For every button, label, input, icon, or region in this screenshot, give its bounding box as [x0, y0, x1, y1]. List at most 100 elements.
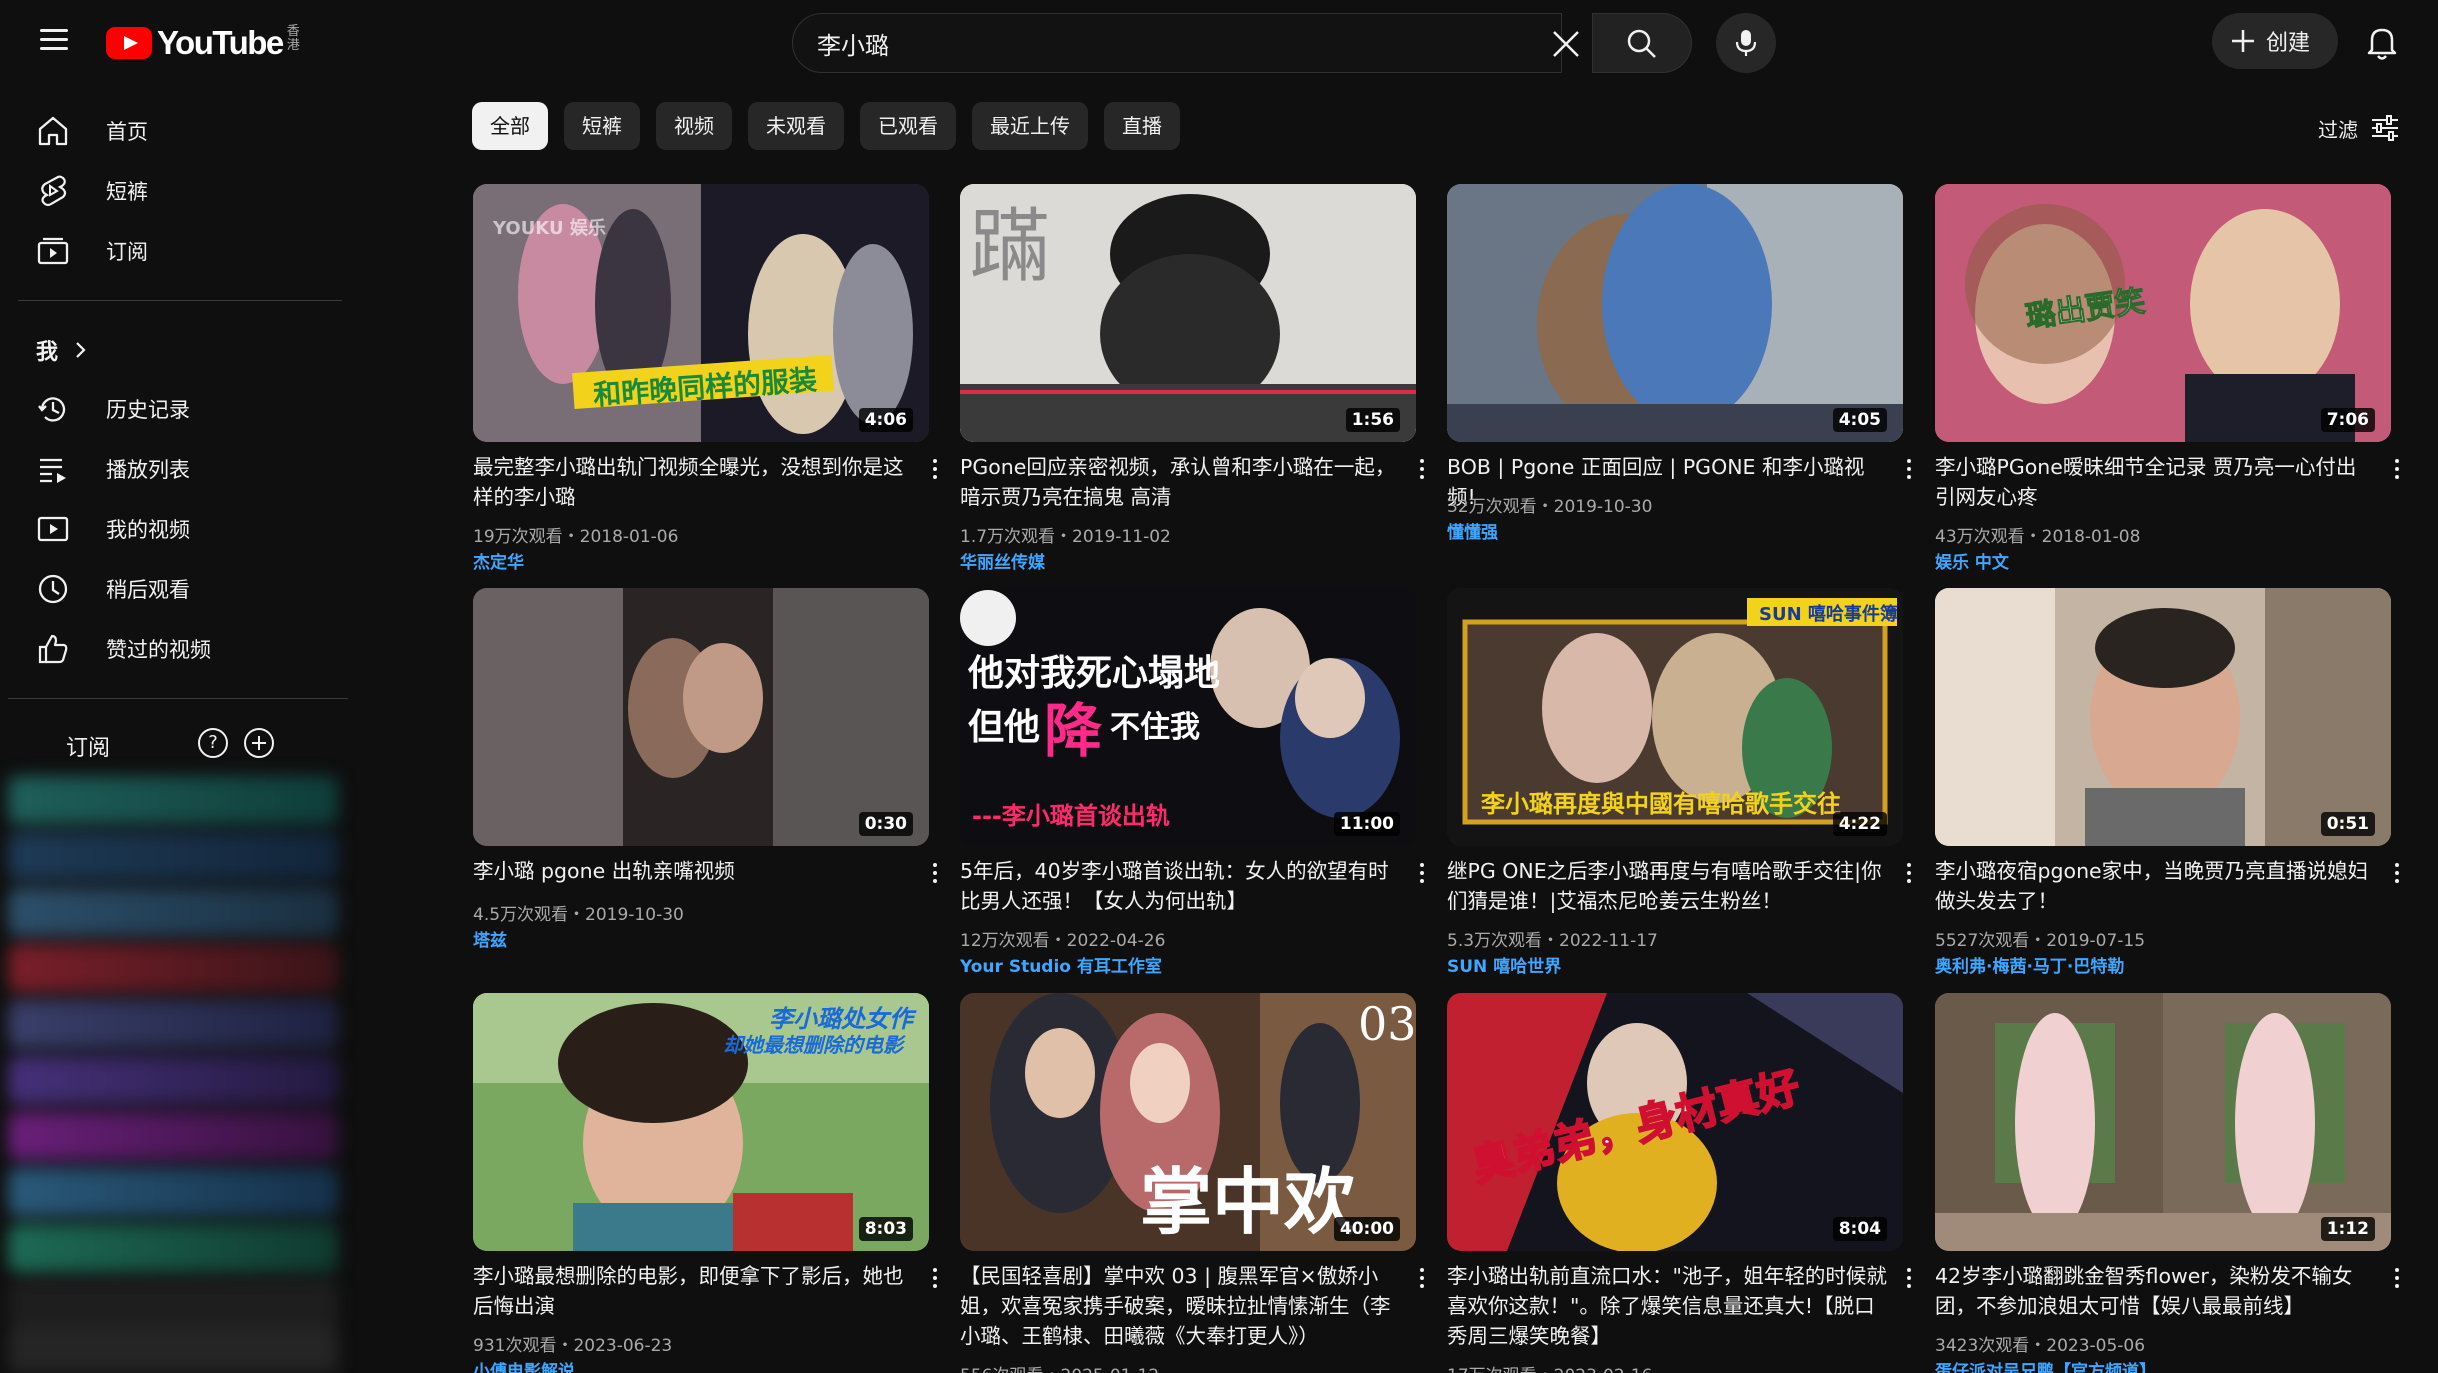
search-button[interactable]: [1592, 13, 1692, 73]
more-actions-icon[interactable]: [1899, 858, 1919, 888]
channel-name[interactable]: 杰定华: [473, 548, 524, 573]
video-title[interactable]: 继PG ONE之后李小璐再度与有嘻哈歌手交往|你们猜是谁！|艾福杰尼呛姜云生粉丝…: [1447, 856, 1887, 916]
channel-name[interactable]: 娱乐 中文: [1935, 548, 2009, 573]
more-actions-icon[interactable]: [1412, 1263, 1432, 1293]
video-card[interactable]: 0:30 李小璐 pgone 出轨亲嘴视频 4.5万次观看・2019-10-30…: [473, 588, 937, 978]
sidebar-item-watch-later[interactable]: 稍后观看: [18, 558, 348, 618]
more-actions-icon[interactable]: [1412, 858, 1432, 888]
video-meta: 17万次观看・2023-02-16: [1447, 1361, 1652, 1373]
video-card[interactable]: 1:12 42岁李小璐翻跳金智秀flower，染粉发不输女团，不参加浪姐太可惜【…: [1935, 993, 2399, 1373]
sidebar-item-label: 我的视频: [106, 518, 190, 542]
video-thumbnail[interactable]: 0:30: [473, 588, 929, 846]
video-title[interactable]: 李小璐出轨前直流口水："池子，姐年轻的时候就喜欢你这款！"。除了爆笑信息量还真大…: [1447, 1261, 1887, 1351]
filter-button[interactable]: 过滤: [2318, 108, 2400, 148]
video-thumbnail[interactable]: 蹣 1:56: [960, 184, 1416, 442]
chip-live[interactable]: 直播: [1104, 102, 1180, 150]
chip-watched[interactable]: 已观看: [860, 102, 956, 150]
sidebar-me-header[interactable]: 我: [36, 334, 92, 366]
notifications-bell-icon[interactable]: [2360, 20, 2404, 64]
youtube-logo[interactable]: YouTube 香港: [106, 23, 301, 63]
video-card[interactable]: 臭弟弟，身材真好 8:04 李小璐出轨前直流口水："池子，姐年轻的时候就喜欢你这…: [1447, 993, 1911, 1373]
me-label: 我: [36, 340, 59, 365]
video-card[interactable]: SUN 嘻哈事件簿 李小璐再度與中國有嘻哈歌手交往 4:22 继PG ONE之后…: [1447, 588, 1911, 978]
more-actions-icon[interactable]: [1899, 1263, 1919, 1293]
video-thumbnail[interactable]: 臭弟弟，身材真好 8:04: [1447, 993, 1903, 1251]
more-actions-icon[interactable]: [1899, 454, 1919, 484]
sidebar-item-shorts[interactable]: 短裤: [18, 160, 348, 220]
subscriptions-list-blurred: [8, 766, 348, 1373]
video-title[interactable]: 李小璐 pgone 出轨亲嘴视频: [473, 856, 913, 886]
channel-name[interactable]: 塔兹: [473, 926, 507, 951]
video-thumbnail[interactable]: 和昨晚同样的服装 YOUKU 娱乐 4:06: [473, 184, 929, 442]
sidebar-item-subscriptions[interactable]: 订阅: [18, 220, 348, 280]
channel-name[interactable]: SUN 嘻哈世界: [1447, 952, 1561, 977]
video-card[interactable]: 4:05 BOB | Pgone 正面回应 | PGONE 和李小璐视频! 32…: [1447, 184, 1911, 574]
video-thumbnail[interactable]: 0:51: [1935, 588, 2391, 846]
create-button[interactable]: 创建: [2212, 13, 2338, 69]
sidebar-item-label: 历史记录: [106, 398, 190, 422]
more-actions-icon[interactable]: [2387, 454, 2407, 484]
video-thumbnail[interactable]: 03 掌中欢 40:00: [960, 993, 1416, 1251]
menu-icon[interactable]: [36, 22, 72, 58]
channel-name[interactable]: 蛋仔派对吴兄鹏【官方频道】: [1935, 1357, 2156, 1373]
more-actions-icon[interactable]: [2387, 1263, 2407, 1293]
add-subscription-icon[interactable]: [244, 728, 274, 758]
video-title[interactable]: 5年后，40岁李小璐首谈出轨：女人的欲望有时比男人还强！【女人为何出轨】: [960, 856, 1400, 916]
more-actions-icon[interactable]: [2387, 858, 2407, 888]
channel-name[interactable]: 小傅电影解说: [473, 1357, 575, 1373]
sidebar-item-my-videos[interactable]: 我的视频: [18, 498, 348, 558]
voice-search-button[interactable]: [1716, 13, 1776, 73]
mic-icon: [1735, 30, 1757, 56]
channel-name[interactable]: 华丽丝传媒: [960, 548, 1045, 573]
chip-recently-uploaded[interactable]: 最近上传: [972, 102, 1088, 150]
chevron-right-icon: [76, 342, 86, 358]
video-card[interactable]: 蹣 1:56 PGone回应亲密视频，承认曾和李小璐在一起，暗示贾乃亮在搞鬼 高…: [960, 184, 1424, 574]
video-title[interactable]: 42岁李小璐翻跳金智秀flower，染粉发不输女团，不参加浪姐太可惜【娱八最最前…: [1935, 1261, 2375, 1321]
video-card[interactable]: 他对我死心塌地 但他 降 不住我 ---李小璐首谈出轨 11:00 5年后，40…: [960, 588, 1424, 978]
search-box[interactable]: [792, 13, 1562, 73]
video-thumbnail[interactable]: SUN 嘻哈事件簿 李小璐再度與中國有嘻哈歌手交往 4:22: [1447, 588, 1903, 846]
chip-all[interactable]: 全部: [472, 102, 548, 150]
video-card[interactable]: 和昨晚同样的服装 YOUKU 娱乐 4:06 最完整李小璐出轨门视频全曝光，没想…: [473, 184, 937, 574]
video-title[interactable]: PGone回应亲密视频，承认曾和李小璐在一起，暗示贾乃亮在搞鬼 高清: [960, 452, 1400, 512]
channel-name[interactable]: Your Studio 有耳工作室: [960, 952, 1162, 977]
chip-shorts[interactable]: 短裤: [564, 102, 640, 150]
video-title[interactable]: 李小璐夜宿pgone家中，当晚贾乃亮直播说媳妇做头发去了！: [1935, 856, 2375, 916]
video-title[interactable]: 最完整李小璐出轨门视频全曝光，没想到你是这样的李小璐: [473, 452, 913, 512]
video-meta: 556次观看・2025-01-12: [960, 1361, 1159, 1373]
help-icon[interactable]: ?: [198, 728, 228, 758]
chip-videos[interactable]: 视频: [656, 102, 732, 150]
search-input[interactable]: [817, 14, 1457, 72]
video-thumbnail[interactable]: 4:05: [1447, 184, 1903, 442]
video-card[interactable]: 0:51 李小璐夜宿pgone家中，当晚贾乃亮直播说媳妇做头发去了！ 5527次…: [1935, 588, 2399, 978]
sidebar-item-playlists[interactable]: 播放列表: [18, 438, 348, 498]
filter-label: 过滤: [2318, 117, 2358, 142]
thumbnail-overlay-text: 却她最想删除的电影: [723, 1033, 903, 1057]
sidebar-item-home[interactable]: 首页: [18, 100, 348, 160]
more-actions-icon[interactable]: [925, 454, 945, 484]
sidebar-item-liked[interactable]: 赞过的视频: [18, 618, 348, 678]
more-actions-icon[interactable]: [1412, 454, 1432, 484]
video-title[interactable]: 李小璐最想删除的电影，即便拿下了影后，她也后悔出演: [473, 1261, 913, 1321]
video-card[interactable]: 03 掌中欢 40:00 【民国轻喜剧】掌中欢 03 | 腹黑军官×傲娇小姐，欢…: [960, 993, 1424, 1373]
chip-unwatched[interactable]: 未观看: [748, 102, 844, 150]
history-icon: [38, 397, 66, 422]
more-actions-icon[interactable]: [925, 1263, 945, 1293]
sidebar-item-history[interactable]: 历史记录: [18, 378, 348, 438]
video-thumbnail[interactable]: 1:12: [1935, 993, 2391, 1251]
channel-name[interactable]: 奥利弗·梅茜·马丁·巴特勒: [1935, 952, 2124, 977]
video-thumbnail[interactable]: 李小璐处女作 却她最想删除的电影 8:03: [473, 993, 929, 1251]
video-meta: 43万次观看・2018-01-08: [1935, 527, 2141, 547]
video-title[interactable]: 【民国轻喜剧】掌中欢 03 | 腹黑军官×傲娇小姐，欢喜冤家携手破案，暧昧拉扯情…: [960, 1261, 1400, 1351]
video-title[interactable]: 李小璐PGone暧昧细节全记录 贾乃亮一心付出引网友心疼: [1935, 452, 2375, 512]
video-duration: 1:56: [1345, 408, 1400, 432]
video-card[interactable]: 李小璐处女作 却她最想删除的电影 8:03 李小璐最想删除的电影，即便拿下了影后…: [473, 993, 937, 1373]
video-card[interactable]: 璐出贾笑 7:06 李小璐PGone暧昧细节全记录 贾乃亮一心付出引网友心疼 4…: [1935, 184, 2399, 574]
clear-search-icon[interactable]: [1548, 26, 1584, 62]
video-thumbnail[interactable]: 璐出贾笑 7:06: [1935, 184, 2391, 442]
channel-name[interactable]: 懂懂强: [1447, 518, 1498, 543]
video-thumbnail[interactable]: 他对我死心塌地 但他 降 不住我 ---李小璐首谈出轨 11:00: [960, 588, 1416, 846]
youtube-play-icon: [106, 27, 152, 59]
more-actions-icon[interactable]: [925, 858, 945, 888]
sidebar: 首页 短裤 订阅 我 历史记录 播放列表 我的视频 稍后观看 赞过的视频 订阅 …: [0, 86, 360, 1373]
